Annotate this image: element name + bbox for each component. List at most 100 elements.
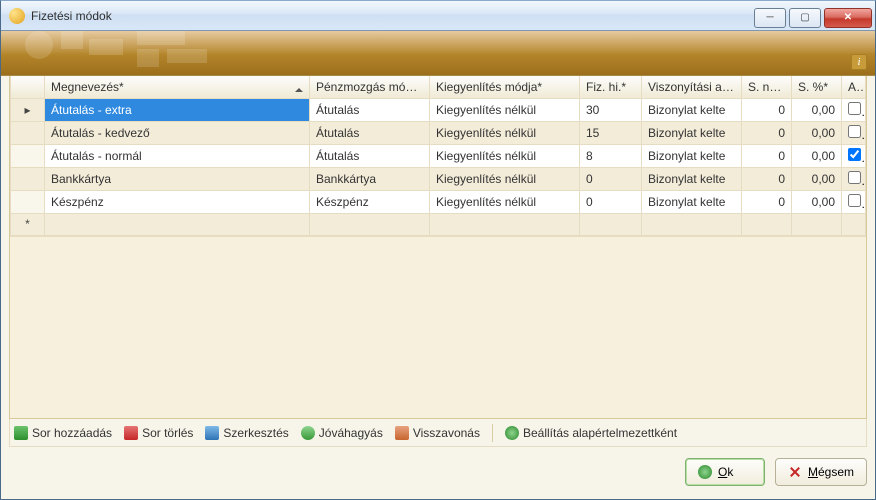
edit-button[interactable]: Szerkesztés (205, 426, 288, 440)
cell-name[interactable]: Átutalás - kedvező (45, 121, 310, 144)
cell-basis[interactable]: Bizonylat kelte (642, 167, 742, 190)
set-default-label: Beállítás alapértelmezettként (523, 426, 677, 440)
cell-deadline[interactable]: 15 (580, 121, 642, 144)
cell-settlement[interactable] (430, 213, 580, 235)
a-checkbox[interactable] (848, 148, 861, 161)
cell-movement[interactable]: Átutalás (310, 144, 430, 167)
cell-snap[interactable]: 0 (742, 121, 792, 144)
cell-snap[interactable] (742, 213, 792, 235)
cell-spct[interactable] (792, 213, 842, 235)
row-indicator (11, 190, 45, 213)
table-row[interactable]: Átutalás - kedvezőÁtutalásKiegyenlítés n… (11, 121, 866, 144)
cell-basis[interactable]: Bizonylat kelte (642, 121, 742, 144)
col-a[interactable]: A* (842, 76, 866, 98)
cell-a[interactable] (842, 213, 866, 235)
app-icon (9, 8, 25, 24)
table-row[interactable]: ▸Átutalás - extraÁtutalásKiegyenlítés né… (11, 98, 866, 121)
table-row[interactable]: Átutalás - normálÁtutalásKiegyenlítés né… (11, 144, 866, 167)
table-row[interactable]: KészpénzKészpénzKiegyenlítés nélkül0Bizo… (11, 190, 866, 213)
col-deadline[interactable]: Fiz. hi.* (580, 76, 642, 98)
col-movement[interactable]: Pénzmozgás módja* (310, 76, 430, 98)
titlebar: Fizetési módok ─ ▢ ✕ (1, 1, 875, 31)
cell-snap[interactable]: 0 (742, 190, 792, 213)
cell-settlement[interactable]: Kiegyenlítés nélkül (430, 167, 580, 190)
col-basis[interactable]: Viszonyítási alap* (642, 76, 742, 98)
window-title: Fizetési módok (31, 9, 112, 23)
banner: i (1, 31, 875, 76)
cell-movement[interactable]: Átutalás (310, 98, 430, 121)
close-button[interactable]: ✕ (824, 8, 872, 28)
set-default-button[interactable]: Beállítás alapértelmezettként (505, 426, 677, 440)
cell-a[interactable] (842, 190, 866, 213)
row-indicator: ▸ (11, 98, 45, 121)
add-row-button[interactable]: Sor hozzáadás (14, 426, 112, 440)
cell-basis[interactable] (642, 213, 742, 235)
cell-spct[interactable]: 0,00 (792, 190, 842, 213)
a-checkbox[interactable] (848, 194, 861, 207)
toolbar: Sor hozzáadás Sor törlés Szerkesztés Jóv… (9, 419, 867, 447)
cell-movement[interactable]: Készpénz (310, 190, 430, 213)
cell-movement[interactable]: Átutalás (310, 121, 430, 144)
cell-a[interactable] (842, 121, 866, 144)
cell-spct[interactable]: 0,00 (792, 121, 842, 144)
maximize-button[interactable]: ▢ (789, 8, 821, 28)
edit-label: Szerkesztés (223, 426, 288, 440)
window: Fizetési módok ─ ▢ ✕ i Megne (0, 0, 876, 500)
cell-movement[interactable] (310, 213, 430, 235)
info-icon[interactable]: i (851, 54, 867, 70)
cell-deadline[interactable]: 0 (580, 190, 642, 213)
col-indicator[interactable] (11, 76, 45, 98)
a-checkbox[interactable] (848, 125, 861, 138)
cell-deadline[interactable]: 0 (580, 167, 642, 190)
cell-deadline[interactable]: 30 (580, 98, 642, 121)
col-snap[interactable]: S. nap* (742, 76, 792, 98)
cell-basis[interactable]: Bizonylat kelte (642, 98, 742, 121)
delete-row-button[interactable]: Sor törlés (124, 426, 193, 440)
cell-deadline[interactable]: 8 (580, 144, 642, 167)
minimize-button[interactable]: ─ (754, 8, 786, 28)
payment-methods-table: Megnevezés* Pénzmozgás módja* Kiegyenlít… (10, 76, 866, 236)
cell-a[interactable] (842, 167, 866, 190)
cell-spct[interactable]: 0,00 (792, 144, 842, 167)
pencil-icon (205, 426, 219, 440)
table-row[interactable]: BankkártyaBankkártyaKiegyenlítés nélkül0… (11, 167, 866, 190)
cell-name[interactable]: Készpénz (45, 190, 310, 213)
new-row[interactable]: * (11, 213, 866, 235)
col-spct[interactable]: S. %* (792, 76, 842, 98)
check-icon (301, 426, 315, 440)
cell-movement[interactable]: Bankkártya (310, 167, 430, 190)
col-settlement[interactable]: Kiegyenlítés módja* (430, 76, 580, 98)
cell-settlement[interactable]: Kiegyenlítés nélkül (430, 121, 580, 144)
default-icon (505, 426, 519, 440)
cell-spct[interactable]: 0,00 (792, 167, 842, 190)
cell-spct[interactable]: 0,00 (792, 98, 842, 121)
cell-name[interactable]: Átutalás - extra (45, 98, 310, 121)
cell-a[interactable] (842, 144, 866, 167)
cell-a[interactable] (842, 98, 866, 121)
minus-icon (124, 426, 138, 440)
cell-name[interactable]: Bankkártya (45, 167, 310, 190)
ok-icon (698, 465, 712, 479)
cell-snap[interactable]: 0 (742, 144, 792, 167)
a-checkbox[interactable] (848, 171, 861, 184)
cell-settlement[interactable]: Kiegyenlítés nélkül (430, 190, 580, 213)
a-checkbox[interactable] (848, 102, 861, 115)
add-row-label: Sor hozzáadás (32, 426, 112, 440)
cell-deadline[interactable] (580, 213, 642, 235)
row-indicator (11, 121, 45, 144)
undo-button[interactable]: Visszavonás (395, 426, 480, 440)
cell-name[interactable] (45, 213, 310, 235)
grid: Megnevezés* Pénzmozgás módja* Kiegyenlít… (9, 76, 867, 419)
col-name[interactable]: Megnevezés* (45, 76, 310, 98)
cell-settlement[interactable]: Kiegyenlítés nélkül (430, 98, 580, 121)
ok-button[interactable]: Ok (685, 458, 765, 486)
cell-snap[interactable]: 0 (742, 98, 792, 121)
approve-button[interactable]: Jóváhagyás (301, 426, 383, 440)
cell-basis[interactable]: Bizonylat kelte (642, 190, 742, 213)
cell-settlement[interactable]: Kiegyenlítés nélkül (430, 144, 580, 167)
cell-snap[interactable]: 0 (742, 167, 792, 190)
cancel-button[interactable]: Mégsem (775, 458, 867, 486)
cell-basis[interactable]: Bizonylat kelte (642, 144, 742, 167)
grid-empty-area (10, 236, 866, 419)
cell-name[interactable]: Átutalás - normál (45, 144, 310, 167)
